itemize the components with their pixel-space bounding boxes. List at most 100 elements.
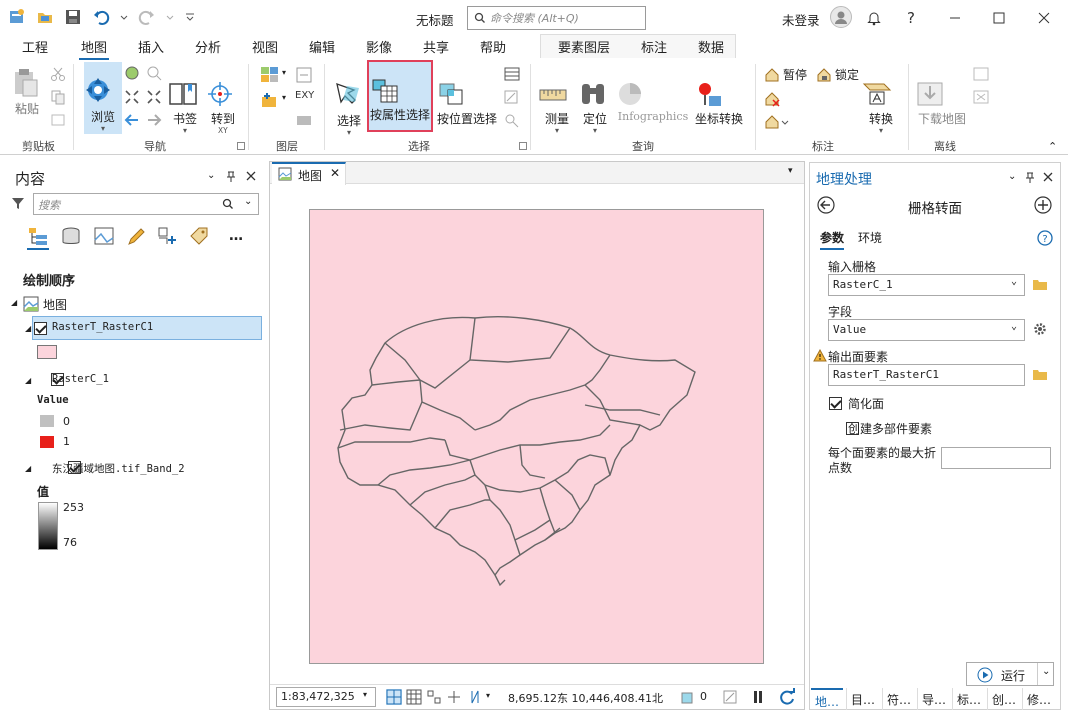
layer-name[interactable]: RasterC_1	[52, 373, 109, 385]
selected-features-icon[interactable]	[680, 689, 696, 705]
add-layer-icon[interactable]	[260, 91, 280, 109]
list-by-source-icon[interactable]	[60, 226, 82, 246]
input-raster-field[interactable]: RasterC_1 ⌄	[828, 274, 1025, 296]
previous-extent-icon[interactable]	[124, 112, 140, 128]
clear-selection-icon[interactable]	[503, 89, 521, 105]
table-grid-icon[interactable]	[406, 689, 422, 705]
pane-menu-icon[interactable]: ⌄	[1008, 171, 1016, 182]
layer-tool-icon[interactable]	[295, 112, 313, 128]
tab-edit[interactable]: 编辑	[307, 37, 337, 56]
output-features-input[interactable]: RasterT_RasterC1	[828, 364, 1025, 386]
tab-project[interactable]: 工程	[20, 37, 50, 56]
full-extent-icon[interactable]	[124, 65, 140, 81]
chevron-down-icon[interactable]: ⌄	[244, 196, 252, 207]
legend-swatch[interactable]	[40, 415, 54, 427]
explore-button[interactable]: 浏览 ▾	[84, 62, 122, 134]
refresh-layout-icon[interactable]	[722, 689, 738, 705]
expand-layer-icon[interactable]: ◢	[25, 324, 31, 333]
bookmarks-button[interactable]: 书签 ▾	[168, 66, 202, 135]
gear-icon[interactable]	[1032, 321, 1048, 337]
expand-layer-icon[interactable]: ◢	[25, 464, 31, 473]
goto-xy-button[interactable]: 转到 XY	[206, 66, 240, 135]
dialog-launcher-icon[interactable]	[519, 142, 527, 150]
chevron-down-icon[interactable]: ▾	[282, 68, 286, 77]
tab-data[interactable]: 数据	[696, 37, 726, 56]
add-data-icon[interactable]	[295, 66, 313, 84]
close-window-icon[interactable]	[1033, 7, 1055, 29]
map-name[interactable]: 地图	[43, 296, 67, 313]
next-extent-icon[interactable]	[146, 112, 162, 128]
field-select[interactable]: Value ⌄	[828, 319, 1025, 341]
chevron-down-icon[interactable]: ▾	[486, 691, 490, 700]
filter-icon[interactable]	[11, 196, 25, 210]
tab-view[interactable]: 视图	[250, 37, 280, 56]
sync-icon[interactable]	[972, 66, 990, 82]
simplify-checkbox[interactable]	[829, 397, 842, 410]
browse-folder-icon[interactable]	[1032, 367, 1048, 381]
tab-labeling[interactable]: 标注	[639, 37, 669, 56]
label-more-icon[interactable]	[764, 114, 790, 130]
undo-icon[interactable]	[92, 8, 110, 26]
minimize-icon[interactable]	[944, 7, 966, 29]
measure-button[interactable]: 测量 ▾	[538, 66, 576, 135]
download-map-button[interactable]: 下载地图	[915, 66, 969, 127]
coordinate-conversion-button[interactable]: 坐标转换	[693, 66, 745, 127]
pause-drawing-icon[interactable]	[750, 689, 766, 705]
chevron-down-icon[interactable]: ▾	[788, 166, 793, 176]
refresh-icon[interactable]	[778, 688, 796, 706]
add-xy-data-button[interactable]: EXY	[295, 90, 314, 101]
notifications-icon[interactable]	[863, 7, 885, 29]
expand-map-icon[interactable]: ◢	[11, 298, 17, 307]
zoom-out-fixed-icon[interactable]	[146, 89, 162, 105]
sign-in-status[interactable]: 未登录	[782, 10, 820, 29]
select-by-attributes-button[interactable]: 按属性选择	[367, 60, 433, 132]
close-tab-icon[interactable]: ✕	[330, 166, 340, 180]
help-button[interactable]: ?	[900, 7, 922, 29]
layer-symbol-swatch[interactable]	[37, 345, 57, 359]
basemap-icon[interactable]	[260, 66, 280, 84]
redo-icon[interactable]	[138, 8, 156, 26]
attributes-icon[interactable]	[503, 66, 521, 82]
help-icon[interactable]: ?	[1037, 230, 1053, 246]
new-project-icon[interactable]	[8, 8, 26, 26]
pin-icon[interactable]	[1025, 171, 1035, 183]
tab-feature-layer[interactable]: 要素图层	[556, 37, 612, 56]
pin-icon[interactable]	[226, 170, 236, 182]
tab-symbology[interactable]: 符…	[882, 688, 915, 710]
remove-offline-icon[interactable]	[972, 89, 990, 105]
more-options-icon[interactable]: …	[229, 228, 243, 244]
contents-search-input[interactable]: 搜索 ⌄	[33, 193, 259, 215]
select-button[interactable]: 选择 ▾	[333, 66, 365, 137]
pane-menu-icon[interactable]: ⌄	[207, 170, 215, 181]
avatar[interactable]	[830, 6, 852, 28]
layer-name[interactable]: RasterT_RasterC1	[52, 321, 153, 333]
maximize-icon[interactable]	[988, 7, 1010, 29]
add-tool-icon[interactable]	[1034, 196, 1052, 214]
undo-dropdown-icon[interactable]	[120, 8, 128, 26]
tab-geoprocessing[interactable]: 地…	[811, 688, 844, 710]
zoom-to-selection-icon[interactable]	[503, 112, 521, 128]
list-by-drawing-order-icon[interactable]	[27, 226, 49, 250]
constraint-icon[interactable]	[446, 689, 462, 705]
chevron-down-icon[interactable]: ▾	[282, 93, 286, 102]
open-project-icon[interactable]	[36, 8, 54, 26]
select-by-location-button[interactable]: 按位置选择	[436, 66, 498, 127]
tab-environments[interactable]: 环境	[858, 229, 882, 246]
cut-icon[interactable]	[50, 66, 66, 82]
tab-help[interactable]: 帮助	[478, 37, 508, 56]
tab-export[interactable]: 导…	[917, 688, 950, 710]
command-search-input[interactable]: 命令搜索 (Alt+Q)	[467, 6, 646, 30]
pause-labeling-button[interactable]: 暂停	[764, 66, 807, 83]
save-icon[interactable]	[64, 8, 82, 26]
close-pane-icon[interactable]	[245, 170, 257, 182]
list-by-editing-icon[interactable]	[125, 226, 147, 246]
grid-icon[interactable]	[386, 689, 402, 705]
list-by-snapping-icon[interactable]	[157, 226, 179, 246]
map-canvas[interactable]	[309, 209, 764, 664]
tab-label[interactable]: 标…	[952, 688, 985, 710]
unplaced-labels-icon[interactable]	[764, 91, 782, 107]
collapse-ribbon-icon[interactable]: ⌃	[1048, 140, 1057, 153]
run-button[interactable]: 运行 ⌄	[966, 662, 1054, 686]
tab-parameters[interactable]: 参数	[820, 229, 845, 250]
max-vertices-input[interactable]	[941, 447, 1051, 469]
